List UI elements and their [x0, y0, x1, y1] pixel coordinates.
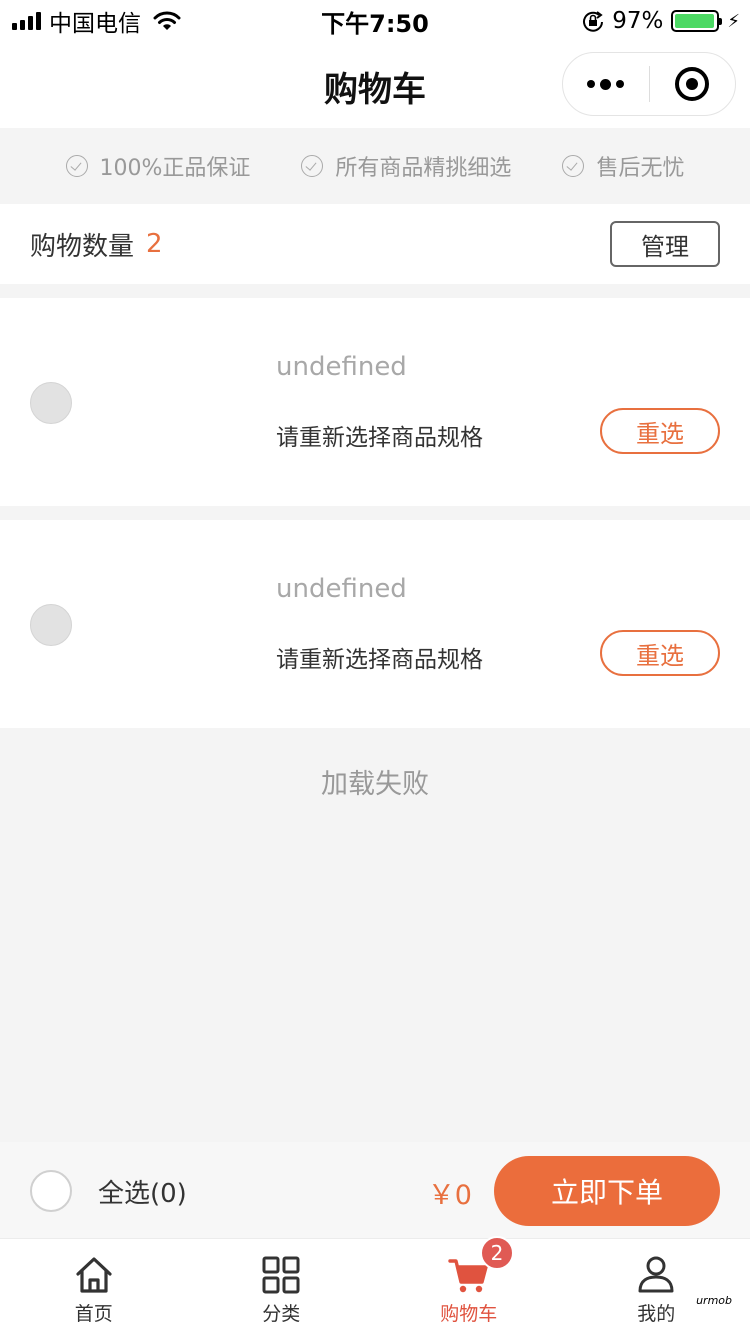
more-dots-icon[interactable]	[563, 53, 649, 115]
place-order-button[interactable]: 立即下单	[494, 1156, 720, 1226]
reselect-button[interactable]: 重选	[600, 408, 720, 454]
select-all-label[interactable]: 全选(0)	[98, 1173, 187, 1210]
cart-item: undefined 请重新选择商品规格 重选	[0, 520, 750, 728]
battery-icon	[671, 10, 723, 32]
guarantee-label: 100%正品保证	[99, 156, 251, 181]
miniprogram-close-icon[interactable]	[650, 53, 736, 115]
guarantee-item: 100%正品保证	[65, 150, 251, 182]
check-circle-icon	[65, 155, 88, 177]
checkout-bar: 全选(0) ￥0 立即下单	[0, 1142, 750, 1238]
status-bar: 中国电信 下午7:50 97% ⚡	[0, 0, 750, 40]
reselect-button[interactable]: 重选	[600, 630, 720, 676]
home-icon	[76, 1257, 112, 1293]
guarantee-label: 所有商品精挑细选	[335, 156, 512, 181]
cart-item: undefined 请重新选择商品规格 重选	[0, 298, 750, 506]
manage-button[interactable]: 管理	[610, 221, 720, 267]
item-checkbox[interactable]	[30, 604, 72, 646]
cart-count-label: 购物数量	[30, 231, 135, 262]
item-checkbox[interactable]	[30, 382, 72, 424]
guarantee-label: 售后无忧	[596, 156, 685, 181]
user-icon	[638, 1256, 674, 1293]
tab-label: 首页	[74, 1303, 113, 1325]
tab-label: 分类	[262, 1303, 301, 1325]
item-spec-note: 请重新选择商品规格	[276, 425, 483, 451]
item-name: undefined	[276, 352, 407, 382]
tab-home[interactable]: 首页	[0, 1239, 188, 1334]
miniprogram-capsule	[562, 52, 736, 116]
check-circle-icon	[562, 155, 585, 177]
item-name: undefined	[276, 574, 407, 604]
tab-mine[interactable]: 我的	[563, 1239, 750, 1334]
cart-page: 中国电信 下午7:50 97% ⚡ 购物车 100%正品保证 所有商品精挑细选 …	[0, 0, 750, 1334]
tab-bar: 首页 分类 购物车 2 我的	[0, 1236, 750, 1334]
load-status-text: 加载失败	[321, 769, 429, 800]
watermark: urmob	[696, 1294, 732, 1307]
orientation-lock-icon	[583, 11, 604, 32]
battery-fill	[675, 14, 715, 28]
cart-badge: 2	[480, 1236, 514, 1270]
tab-category[interactable]: 分类	[188, 1239, 376, 1334]
charging-bolt-icon: ⚡	[727, 10, 740, 32]
status-right: 97% ⚡	[582, 6, 740, 36]
battery-percent: 97%	[612, 8, 664, 34]
total-price: ￥0	[427, 1180, 472, 1211]
check-circle-icon	[301, 155, 324, 177]
nav-bar: 购物车	[0, 40, 750, 128]
tab-cart[interactable]: 购物车 2	[375, 1236, 563, 1334]
guarantee-item: 售后无忧	[562, 150, 684, 182]
tab-label: 购物车	[440, 1303, 498, 1325]
guarantee-strip: 100%正品保证 所有商品精挑细选 售后无忧	[0, 128, 750, 204]
item-spec-note: 请重新选择商品规格	[276, 647, 483, 673]
guarantee-item: 所有商品精挑细选	[301, 150, 511, 182]
category-grid-icon	[262, 1256, 300, 1294]
select-all-checkbox[interactable]	[30, 1170, 72, 1212]
cart-count-value: 2	[146, 229, 163, 259]
tab-label: 我的	[637, 1303, 676, 1325]
cart-count-bar: 购物数量 2 管理	[0, 204, 750, 284]
